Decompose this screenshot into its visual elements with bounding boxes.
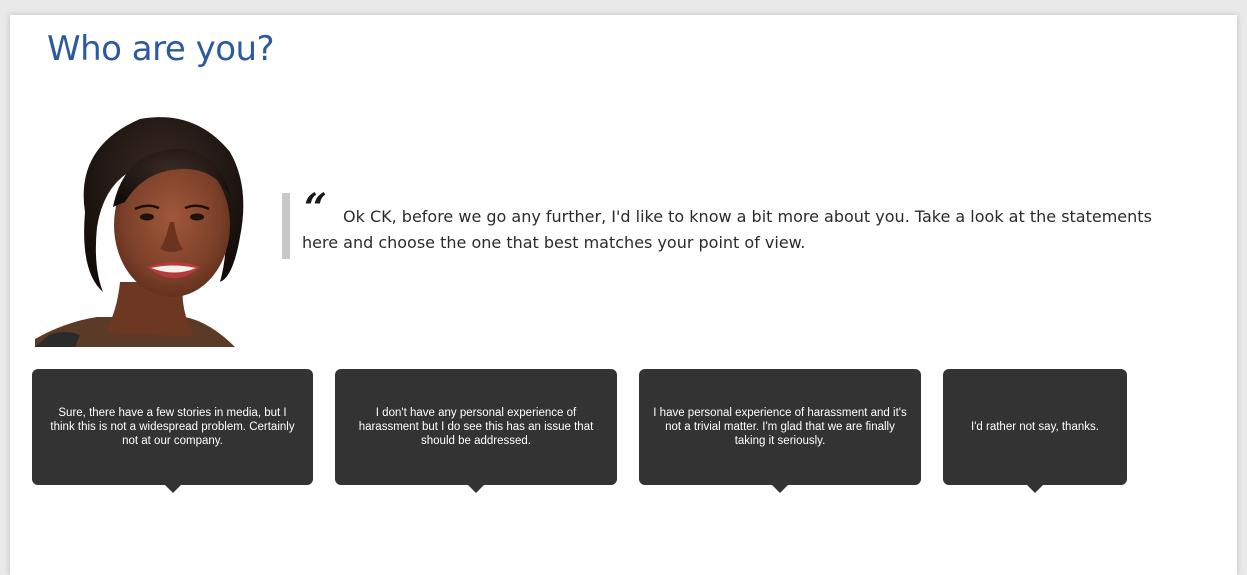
speech-quote: “ Ok CK, before we go any further, I'd l… [282,189,1182,259]
option-not-widespread-button[interactable]: Sure, there have a few stories in media,… [32,369,313,493]
option-should-be-addressed-button[interactable]: I don't have any personal experience of … [335,369,617,493]
speech-text: Ok CK, before we go any further, I'd lik… [302,207,1152,252]
option-label: I have personal experience of harassment… [653,407,907,447]
woman-portrait-icon [35,117,244,347]
option-label: Sure, there have a few stories in media,… [50,407,295,447]
option-personal-experience-button[interactable]: I have personal experience of harassment… [639,369,921,493]
content-card: Who are you? “ Ok CK, before we go any f… [10,15,1237,575]
option-rather-not-say-button[interactable]: I'd rather not say, thanks. [943,369,1127,493]
quote-bar [282,193,290,259]
option-label: I don't have any personal experience of … [358,407,594,447]
option-label: I'd rather not say, thanks. [971,421,1099,433]
page-title: Who are you? [47,29,275,69]
